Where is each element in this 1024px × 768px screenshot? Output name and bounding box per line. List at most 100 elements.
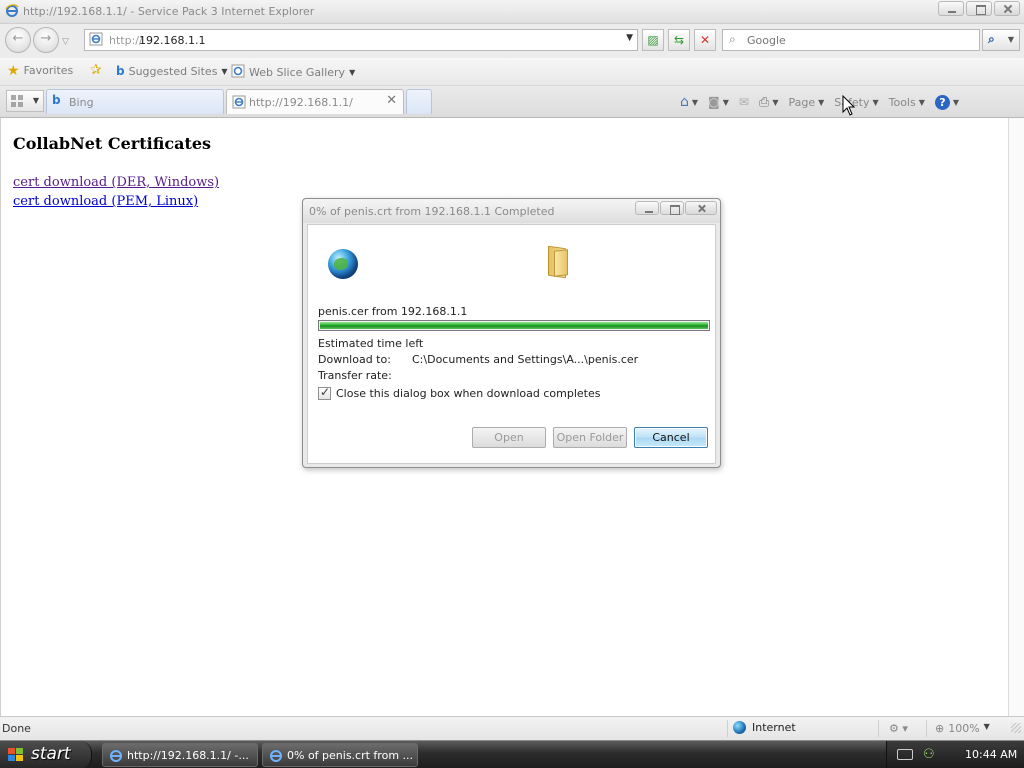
clock: 10:44 AM xyxy=(965,748,1018,761)
internet-zone-icon xyxy=(733,721,746,734)
home-icon: ⌂ xyxy=(680,94,689,110)
close-when-done-checkbox[interactable] xyxy=(318,385,331,400)
page-icon xyxy=(89,32,103,49)
stop-button[interactable]: ✕ xyxy=(694,29,716,51)
address-bar[interactable]: http:// 192.168.1.1 ▼ xyxy=(84,29,638,51)
estimated-time-row: Estimated time left xyxy=(318,337,423,350)
status-divider xyxy=(926,720,927,737)
page-menu[interactable]: Page ▼ xyxy=(784,91,828,113)
taskbar: start http://192.168.1.1/ -... 0% of pen… xyxy=(0,740,1024,768)
forward-button[interactable]: → xyxy=(33,27,59,53)
minimize-button[interactable] xyxy=(938,1,964,16)
start-label: start xyxy=(31,744,71,764)
status-text: Done xyxy=(2,722,31,735)
zoom-control[interactable]: ⊕ 100% ▼ xyxy=(935,722,990,735)
dialog-window-controls xyxy=(635,201,717,215)
back-button[interactable]: ← xyxy=(5,27,31,53)
recent-pages-dropdown-icon[interactable]: ▽ xyxy=(62,37,69,47)
favorites-star-icon: ★ xyxy=(7,62,20,79)
suggested-sites-button[interactable]: b Suggested Sites ▼ xyxy=(116,64,228,78)
cert-download-pem-link[interactable]: cert download (PEM, Linux) xyxy=(13,194,198,209)
refresh-button[interactable]: ⇆ xyxy=(668,29,690,51)
protected-mode-icon[interactable]: ⚙ ▾ xyxy=(889,722,908,735)
dialog-maximize-button[interactable] xyxy=(660,201,684,215)
mail-icon: ✉ xyxy=(738,95,749,109)
taskbar-item-browser[interactable]: http://192.168.1.1/ -... xyxy=(102,743,258,767)
search-input[interactable] xyxy=(747,32,967,48)
taskbar-item-download[interactable]: 0% of penis.crt from ... xyxy=(262,743,418,767)
resize-grip[interactable] xyxy=(1011,723,1021,733)
favorites-label: Favorites xyxy=(23,64,74,77)
feeds-button[interactable]: ◙ ▼ xyxy=(704,91,733,113)
safety-menu[interactable]: Safety ▼ xyxy=(830,91,882,113)
page-heading: CollabNet Certificates xyxy=(13,134,212,153)
print-button[interactable]: ⎙ ▼ xyxy=(755,91,783,113)
tab-current[interactable]: http://192.168.1.1/ ✕ xyxy=(226,89,404,114)
favorites-button[interactable]: ★ Favorites xyxy=(7,62,74,79)
network-icon[interactable]: ⚇ xyxy=(923,747,935,762)
security-zone[interactable]: Internet xyxy=(733,721,796,734)
dialog-title: 0% of penis.crt from 192.168.1.1 Complet… xyxy=(309,205,555,218)
progress-fill xyxy=(320,322,708,329)
chevron-down-icon: ▼ xyxy=(349,68,356,77)
home-button[interactable]: ⌂ ▼ xyxy=(676,91,702,113)
chevron-down-icon: ▼ xyxy=(952,97,960,107)
security-zone-label: Internet xyxy=(752,721,796,734)
chevron-down-icon: ▼ xyxy=(221,66,228,76)
read-mail-button[interactable]: ✉ xyxy=(735,91,753,113)
ie-icon xyxy=(269,749,283,766)
help-menu[interactable]: ? ▼ xyxy=(931,91,963,113)
dialog-minimize-button[interactable] xyxy=(635,201,659,215)
search-button[interactable]: ⌕ ▼ xyxy=(982,29,1020,51)
dialog-body: penis.cer from 192.168.1.1 Estimated tim… xyxy=(307,224,716,464)
add-to-favorites-bar-button[interactable]: ✰ xyxy=(90,63,102,77)
zoom-icon: ⊕ xyxy=(935,722,945,735)
rss-icon: ◙ xyxy=(708,95,720,109)
quick-tabs-button[interactable]: ▼ xyxy=(6,90,44,112)
vertical-scrollbar[interactable] xyxy=(1008,118,1024,716)
window-controls xyxy=(938,1,1020,16)
tab-label: http://192.168.1.1/ xyxy=(249,96,353,109)
ie-icon xyxy=(109,749,123,766)
dialog-title-bar[interactable]: 0% of penis.crt from 192.168.1.1 Complet… xyxy=(303,199,720,223)
estimated-time-label: Estimated time left xyxy=(318,337,424,350)
page-menu-label: Page xyxy=(788,95,816,109)
tools-menu[interactable]: Tools ▼ xyxy=(885,91,929,113)
cancel-button[interactable]: Cancel xyxy=(634,427,708,448)
search-box[interactable]: ⌕ xyxy=(722,29,980,51)
new-tab-button[interactable] xyxy=(406,89,432,114)
close-when-done-label: Close this dialog box when download comp… xyxy=(336,387,601,400)
chevron-down-icon: ▼ xyxy=(872,97,879,107)
maximize-button[interactable] xyxy=(966,1,992,16)
chevron-down-icon: ▼ xyxy=(691,97,699,107)
open-folder-button[interactable]: Open Folder xyxy=(553,427,627,448)
address-dropdown-icon[interactable]: ▼ xyxy=(626,33,633,43)
web-slice-gallery-button[interactable]: Web Slice Gallery ▼ xyxy=(231,64,355,81)
search-options-dropdown-icon[interactable]: ▼ xyxy=(1008,35,1014,44)
chevron-down-icon: ▼ xyxy=(818,97,825,107)
web-slice-label: Web Slice Gallery xyxy=(249,66,346,79)
download-progress-bar xyxy=(318,320,710,331)
page-icon xyxy=(232,95,246,112)
download-to-label: Download to: xyxy=(318,353,391,366)
start-button[interactable]: start xyxy=(0,741,92,768)
tab-list-dropdown-icon[interactable]: ▼ xyxy=(33,96,39,105)
keyboard-icon[interactable] xyxy=(897,749,913,760)
close-tab-icon[interactable]: ✕ xyxy=(386,93,397,108)
printer-icon: ⎙ xyxy=(758,94,770,110)
close-when-done-option[interactable]: Close this dialog box when download comp… xyxy=(318,385,601,400)
tab-bing[interactable]: b Bing xyxy=(46,89,224,114)
compatibility-view-button[interactable]: ▨ xyxy=(642,29,664,51)
dialog-close-button[interactable] xyxy=(685,201,717,215)
close-button[interactable] xyxy=(994,1,1020,16)
bing-icon: b xyxy=(116,64,125,78)
download-to-row: Download to: C:\Documents and Settings\A… xyxy=(318,353,638,366)
taskbar-item-label: http://192.168.1.1/ -... xyxy=(127,749,249,762)
window-title: http://192.168.1.1/ - Service Pack 3 Int… xyxy=(23,5,315,18)
open-button[interactable]: Open xyxy=(472,427,546,448)
transfer-rate-label: Transfer rate: xyxy=(318,369,392,382)
download-file-line: penis.cer from 192.168.1.1 xyxy=(318,305,468,318)
zoom-level: 100% xyxy=(948,722,980,735)
cert-download-der-link[interactable]: cert download (DER, Windows) xyxy=(13,175,219,190)
help-icon: ? xyxy=(934,94,950,110)
